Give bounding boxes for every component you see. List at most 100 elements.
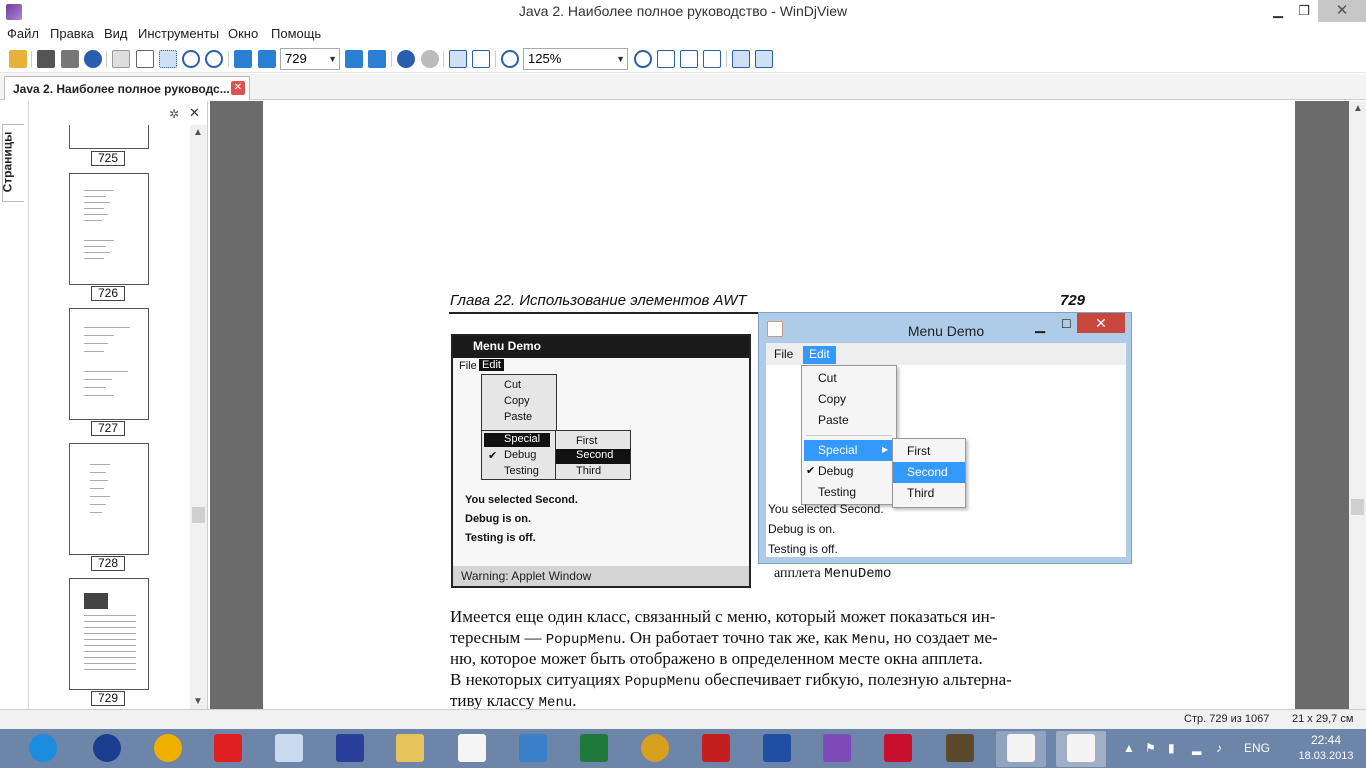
window-title: Java 2. Наиболее полное руководство - Wi… [518,3,848,19]
demo-sub-third: Third [907,486,935,500]
zoom-out-icon[interactable] [501,50,519,68]
toolbar-separator [106,51,107,67]
javaee-taskbar-button[interactable] [935,731,985,767]
document-scrollbar[interactable]: ▲ [1349,101,1366,709]
rotate-left-icon[interactable] [732,50,750,68]
actual-size-icon[interactable] [703,50,721,68]
zoom-in-icon[interactable] [634,50,652,68]
signal-icon[interactable]: ▂ [1192,741,1206,755]
info-icon[interactable] [84,50,102,68]
menu-tools[interactable]: Инструменты [138,26,219,41]
thumbnails-panel: ✲ ✕ 725 726 727 728 729 ▲ ▼ [28,101,208,709]
filezilla-icon [884,734,912,762]
excel-taskbar-button[interactable] [569,731,619,767]
document-tab[interactable]: Java 2. Наиболее полное руководс... ✕ [4,76,250,100]
single-page-icon[interactable] [449,50,467,68]
text-select-icon[interactable] [136,50,154,68]
open-icon[interactable] [9,50,27,68]
language-indicator[interactable]: ENG [1244,741,1270,755]
clock-time[interactable]: 22:44 [1296,733,1356,747]
scan-item-special: Special [484,433,550,447]
clock-date[interactable]: 18.03.2013 [1296,750,1356,762]
menu-help[interactable]: Помощь [271,26,321,41]
java-taskbar-button[interactable] [1056,731,1106,767]
scan-status-line: Debug is on. [465,513,531,525]
document-view[interactable]: Глава 22. Использование элементов AWT 72… [210,101,1349,709]
forward-icon[interactable] [421,50,439,68]
menu-bar: Файл Правка Вид Инструменты Окно Помощь [0,24,1366,44]
thumbnails-scrollbar[interactable]: ▲ ▼ [190,125,207,709]
zoom-icon[interactable] [182,50,200,68]
zoom-rect-icon[interactable] [205,50,223,68]
demo-item-copy: Copy [818,392,847,406]
gear-icon[interactable]: ✲ [169,107,179,121]
fit-width-icon[interactable] [680,50,698,68]
menu-demo-menubar: File Edit [766,343,1126,365]
close-button[interactable]: ✕ [1318,0,1366,22]
battery-icon[interactable]: ▮ [1168,741,1182,755]
rotate-right-icon[interactable] [755,50,773,68]
pages-panel-tab[interactable]: Страницы [0,124,24,202]
menu-window[interactable]: Окно [228,26,258,41]
acrobat-taskbar-button[interactable] [691,731,741,767]
demo-menu-file: File [774,347,794,361]
app-taskbar-button[interactable] [630,731,680,767]
toolbar: 729 ▼ 125% ▼ [0,45,1366,73]
chevron-down-icon[interactable]: ▼ [616,49,625,69]
scroll-up-icon[interactable]: ▲ [193,127,203,138]
hand-tool-icon[interactable] [112,50,130,68]
menu-file[interactable]: Файл [7,26,39,41]
ie-taskbar-button[interactable] [18,731,68,767]
notepad-taskbar-button[interactable] [447,731,497,767]
page-thumbnail[interactable] [69,443,149,555]
volume-icon[interactable]: ♪ [1216,741,1230,755]
scan-submenu: First Second Third [555,430,631,480]
mail-taskbar-button[interactable] [264,731,314,767]
scroll-up-icon[interactable]: ▲ [1353,103,1363,114]
scrollbar-thumb[interactable] [192,507,205,523]
maximize-button[interactable]: ❐ [1286,0,1322,22]
word-taskbar-button[interactable] [752,731,802,767]
toolbar-separator [495,51,496,67]
prev-page-icon[interactable] [258,50,276,68]
scroll-down-icon[interactable]: ▼ [193,696,203,707]
flag-icon[interactable]: ⚑ [1145,741,1159,755]
back-icon[interactable] [397,50,415,68]
save-taskbar-button[interactable] [325,731,375,767]
two-page-icon[interactable] [472,50,490,68]
status-page-count: Стр. 729 из 1067 [1184,713,1270,725]
find-icon[interactable] [61,50,79,68]
page-thumbnail[interactable] [69,578,149,690]
word-icon [763,734,791,762]
ftp-taskbar-button[interactable] [873,731,923,767]
yandex-taskbar-button[interactable] [203,731,253,767]
page-thumbnail[interactable] [69,125,149,149]
close-tab-icon[interactable]: ✕ [231,81,245,95]
menu-view[interactable]: Вид [104,26,128,41]
first-page-icon[interactable] [234,50,252,68]
explorer-taskbar-button[interactable] [385,731,435,767]
print-icon[interactable] [37,50,55,68]
windjview-window: Java 2. Наиболее полное руководство - Wi… [0,0,1366,768]
rect-select-icon[interactable] [159,50,177,68]
fit-page-icon[interactable] [657,50,675,68]
paragraph-text: , но создает ме- [885,628,998,647]
java-taskbar-button[interactable] [996,731,1046,767]
page-thumbnail[interactable] [69,173,149,285]
next-page-icon[interactable] [345,50,363,68]
page-thumbnail[interactable] [69,308,149,420]
paragraph-text: тиву классу [450,691,539,709]
page-number-input[interactable]: 729 ▼ [280,48,340,70]
zoom-level-input[interactable]: 125% ▼ [523,48,628,70]
menu-edit[interactable]: Правка [50,26,94,41]
show-hidden-icons[interactable]: ▲ [1123,741,1137,755]
last-page-icon[interactable] [368,50,386,68]
help-taskbar-button[interactable] [82,731,132,767]
network-taskbar-button[interactable] [508,731,558,767]
demo-status-line: Debug is on. [768,522,836,536]
chevron-down-icon[interactable]: ▼ [328,49,337,69]
close-icon[interactable]: ✕ [189,105,200,121]
scrollbar-thumb[interactable] [1351,499,1364,515]
globe-taskbar-button[interactable] [143,731,193,767]
windjview-taskbar-button[interactable] [812,731,862,767]
